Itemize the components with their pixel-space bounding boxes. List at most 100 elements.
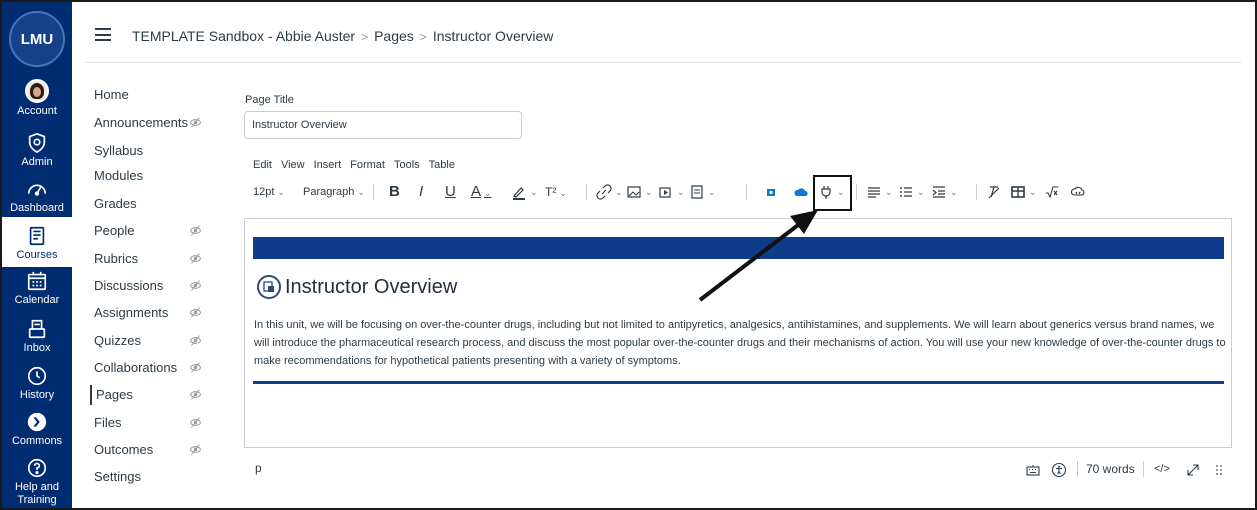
link-button[interactable]: ⌄	[596, 182, 623, 202]
hamburger-menu-icon[interactable]	[95, 28, 111, 41]
course-nav-collaborations[interactable]: Collaborations	[94, 360, 177, 375]
fullscreen-button[interactable]	[1185, 458, 1201, 480]
course-nav-settings[interactable]: Settings	[94, 469, 141, 484]
content-paragraph: In this unit, we will be focusing on ove…	[254, 319, 1226, 367]
outlook-button[interactable]	[765, 182, 777, 202]
image-button[interactable]: ⌄	[626, 182, 653, 202]
global-nav-label: Commons	[11, 435, 63, 447]
breadcrumb-separator: >	[361, 30, 369, 44]
global-nav-calendar[interactable]: Calendar	[2, 270, 72, 307]
status-divider	[1143, 461, 1144, 477]
menu-insert[interactable]: Insert	[314, 159, 342, 171]
link-icon	[596, 184, 612, 200]
global-nav-label: Calendar	[14, 294, 60, 306]
course-nav-rubrics[interactable]: Rubrics	[94, 251, 138, 266]
grip-icon	[1216, 464, 1222, 475]
course-nav-pages[interactable]: Pages	[90, 385, 133, 405]
course-nav-assignments[interactable]: Assignments	[94, 305, 168, 320]
align-button[interactable]: ⌄	[866, 182, 893, 202]
dashboard-icon	[27, 184, 47, 196]
global-nav-commons[interactable]: Commons	[2, 411, 72, 448]
chevron-down-icon: ⌄	[917, 187, 925, 197]
course-nav-announcements[interactable]: Announcements	[94, 115, 188, 130]
content-heading: Instructor Overview	[257, 275, 457, 299]
global-nav-dashboard[interactable]: Dashboard	[2, 178, 72, 215]
clear-formatting-button[interactable]	[986, 182, 1002, 202]
bullet-list-button[interactable]: ⌄	[898, 182, 925, 202]
book-icon	[29, 226, 45, 246]
course-nav-outcomes[interactable]: Outcomes	[94, 442, 153, 457]
page-title-input[interactable]: Instructor Overview	[244, 111, 522, 139]
global-nav-history[interactable]: History	[2, 365, 72, 402]
menu-edit[interactable]: Edit	[253, 159, 272, 171]
global-nav-label: Help and Training	[14, 481, 60, 506]
course-nav-quizzes[interactable]: Quizzes	[94, 333, 141, 348]
status-divider	[1077, 461, 1078, 477]
lmu-logo[interactable]: LMU	[9, 11, 65, 67]
course-nav-grades[interactable]: Grades	[94, 196, 137, 211]
font-size-select[interactable]: 12pt ⌄	[253, 182, 285, 202]
global-nav-inbox[interactable]: Inbox	[2, 318, 72, 355]
course-nav-discussions[interactable]: Discussions	[94, 278, 163, 293]
global-nav-account[interactable]: Account	[2, 79, 72, 118]
chevron-down-icon: ⌄	[615, 187, 623, 197]
accessibility-icon	[1051, 462, 1067, 477]
global-nav-admin[interactable]: Admin	[2, 132, 72, 169]
global-nav-courses[interactable]: Courses	[2, 217, 72, 267]
media-icon	[659, 187, 671, 198]
clear-formatting-icon	[988, 186, 1000, 199]
bold-button[interactable]: B	[389, 182, 400, 202]
menu-table[interactable]: Table	[429, 159, 455, 171]
global-nav-help[interactable]: Help and Training	[2, 457, 72, 507]
global-navigation: LMU Account Admin Dashboard Courses Cale…	[2, 2, 72, 508]
document-button[interactable]: ⌄	[689, 182, 716, 202]
menu-format[interactable]: Format	[350, 159, 385, 171]
resize-handle[interactable]	[1215, 458, 1223, 480]
text-color-button[interactable]: A ⌄	[471, 182, 492, 202]
course-nav-files[interactable]: Files	[94, 415, 121, 430]
element-path[interactable]: p	[255, 461, 262, 475]
embed-button[interactable]	[1070, 182, 1086, 202]
editor-menubar: Edit View Insert Format Tools Table	[253, 159, 464, 171]
course-nav-home[interactable]: Home	[94, 87, 129, 102]
accessibility-checker-button[interactable]	[1051, 458, 1067, 480]
chevron-down-icon: ⌄	[277, 187, 285, 197]
image-icon	[627, 186, 641, 198]
highlighter-icon	[513, 187, 525, 201]
course-nav-syllabus[interactable]: Syllabus	[94, 143, 143, 158]
cloud-embed-icon	[1070, 186, 1085, 196]
onedrive-button[interactable]	[793, 182, 809, 202]
indent-button[interactable]: ⌄	[931, 182, 958, 202]
menu-tools[interactable]: Tools	[394, 159, 420, 171]
breadcrumb-separator: >	[419, 30, 427, 44]
chevron-down-icon: ⌄	[708, 187, 716, 197]
equation-button[interactable]	[1044, 182, 1060, 202]
global-nav-label: History	[19, 389, 55, 401]
media-button[interactable]: ⌄	[658, 182, 685, 202]
avatar	[25, 79, 49, 103]
eye-slash-icon	[190, 444, 201, 455]
toolbar-divider	[746, 184, 747, 200]
menu-view[interactable]: View	[281, 159, 305, 171]
underline-button[interactable]: U	[445, 182, 456, 202]
global-nav-label: Courses	[16, 249, 58, 261]
superscript-button[interactable]: T² ⌄	[545, 182, 567, 202]
course-nav-modules[interactable]: Modules	[94, 168, 143, 183]
table-button[interactable]: ⌄	[1010, 182, 1037, 202]
breadcrumb-course[interactable]: TEMPLATE Sandbox - Abbie Auster	[132, 28, 355, 44]
html-editor-toggle[interactable]: </>	[1154, 458, 1170, 480]
course-nav-people[interactable]: People	[94, 223, 134, 238]
chevron-down-icon: ⌄	[530, 187, 538, 197]
indent-icon	[932, 186, 945, 198]
breadcrumb-pages[interactable]: Pages	[374, 28, 414, 44]
block-format-select[interactable]: Paragraph ⌄	[303, 182, 365, 202]
keyboard-shortcuts-button[interactable]	[1025, 458, 1041, 480]
highlight-color-button[interactable]: ⌄	[511, 182, 538, 202]
equation-icon	[1046, 186, 1058, 199]
eye-slash-icon	[190, 253, 201, 264]
toolbar-divider	[976, 184, 977, 200]
word-count: 70 words	[1086, 462, 1135, 476]
table-icon	[1011, 186, 1025, 198]
italic-button[interactable]: I	[419, 182, 423, 202]
chevron-down-icon: ⌄	[559, 188, 567, 198]
